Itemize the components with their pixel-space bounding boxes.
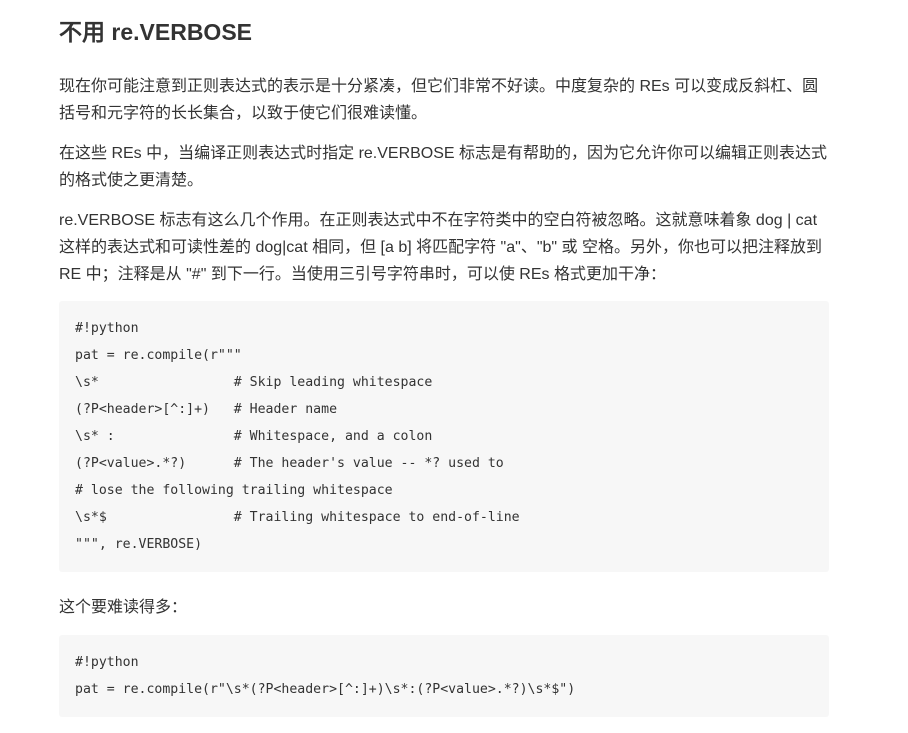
code-line: pat = re.compile(r"\s*(?P<header>[^:]+)\…	[75, 682, 576, 697]
code-line: #!python	[75, 655, 139, 670]
code-block-verbose: #!python pat = re.compile(r""" \s* # Ski…	[59, 301, 829, 572]
code-line: (?P<value>.*?) # The header's value -- *…	[75, 456, 504, 471]
paragraph-verbose-help: 在这些 REs 中，当编译正则表达式时指定 re.VERBOSE 标志是有帮助的…	[59, 145, 828, 189]
code-line: \s* : # Whitespace, and a colon	[75, 429, 433, 444]
code-line: #!python	[75, 321, 139, 336]
code-line: \s*$ # Trailing whitespace to end-of-lin…	[75, 510, 520, 525]
paragraph-harder-to-read: 这个要难读得多：	[59, 599, 188, 616]
section-heading: 不用 re.VERBOSE	[59, 19, 252, 45]
code-line: # lose the following trailing whitespace	[75, 483, 393, 498]
article-content: 不用 re.VERBOSE 现在你可能注意到正则表达式的表示是十分紧凑，但它们非…	[59, 0, 829, 717]
code-line: (?P<header>[^:]+) # Header name	[75, 402, 338, 417]
code-block-compact: #!python pat = re.compile(r"\s*(?P<heade…	[59, 635, 829, 717]
code-line: pat = re.compile(r"""	[75, 348, 242, 363]
code-line: """, re.VERBOSE)	[75, 537, 203, 552]
paragraph-verbose-effects: re.VERBOSE 标志有这么几个作用。在正则表达式中不在字符类中的空白符被忽…	[59, 212, 822, 283]
paragraph-intro: 现在你可能注意到正则表达式的表示是十分紧凑，但它们非常不好读。中度复杂的 REs…	[59, 78, 819, 122]
code-line: \s* # Skip leading whitespace	[75, 375, 433, 390]
